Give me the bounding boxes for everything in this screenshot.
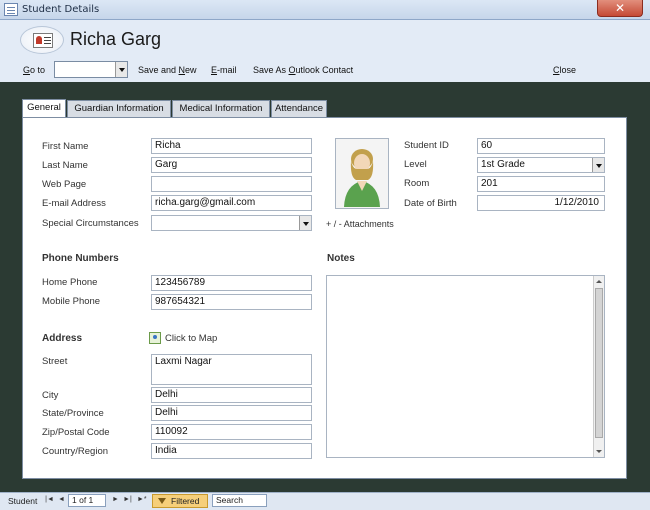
- home-phone-label: Home Phone: [42, 277, 98, 288]
- student-name-title: Richa Garg: [70, 29, 162, 49]
- record-label: Student: [8, 496, 38, 506]
- title-bar: Student Details ✕: [0, 0, 650, 20]
- last-record-icon[interactable]: ►|: [123, 496, 132, 506]
- tab-medical-information[interactable]: Medical Information: [172, 100, 270, 117]
- attachments-link[interactable]: + / - Attachments: [326, 219, 394, 229]
- date-of-birth-field[interactable]: 1/12/2010: [477, 195, 605, 211]
- filtered-toggle[interactable]: Filtered: [152, 494, 208, 508]
- web-page-label: Web Page: [42, 179, 87, 190]
- save-as-outlook-contact-button[interactable]: Save As Outlook Contact: [253, 65, 353, 75]
- notes-textarea[interactable]: [326, 275, 605, 458]
- country-label: Country/Region: [42, 446, 109, 457]
- street-label: Street: [42, 356, 68, 367]
- room-field[interactable]: 201: [477, 176, 605, 192]
- home-phone-field[interactable]: 123456789: [151, 275, 312, 291]
- window-title: Student Details: [22, 4, 100, 15]
- notes-scrollbar[interactable]: [593, 276, 604, 457]
- new-record-icon[interactable]: ►*: [137, 496, 147, 506]
- zip-field[interactable]: 110092: [151, 424, 312, 440]
- student-id-field[interactable]: 60: [477, 138, 605, 154]
- level-label: Level: [404, 159, 427, 170]
- scroll-up-icon[interactable]: [596, 280, 602, 283]
- level-dropdown[interactable]: 1st Grade: [477, 157, 605, 173]
- special-circumstances-label: Special Circumstances: [42, 218, 139, 229]
- date-of-birth-label: Date of Birth: [404, 198, 457, 209]
- tab-general[interactable]: General: [22, 99, 66, 117]
- first-name-field[interactable]: Richa: [151, 138, 312, 154]
- address-heading: Address: [42, 333, 83, 344]
- current-record-field[interactable]: 1 of 1: [68, 494, 106, 507]
- tab-guardian-information[interactable]: Guardian Information: [67, 100, 171, 117]
- student-photo[interactable]: [335, 138, 389, 209]
- person-photo-icon: [336, 139, 388, 208]
- zip-label: Zip/Postal Code: [42, 427, 110, 438]
- room-label: Room: [404, 178, 430, 189]
- scroll-down-icon[interactable]: [596, 450, 602, 453]
- mobile-phone-label: Mobile Phone: [42, 296, 101, 307]
- country-field[interactable]: India: [151, 443, 312, 459]
- phone-numbers-heading: Phone Numbers: [42, 253, 119, 264]
- mobile-phone-field[interactable]: 987654321: [151, 294, 312, 310]
- tab-attendance[interactable]: Attendance: [271, 100, 327, 117]
- close-form-button[interactable]: Close: [553, 65, 576, 75]
- first-record-icon[interactable]: |◄: [45, 496, 54, 506]
- chevron-down-icon[interactable]: [299, 216, 311, 230]
- map-icon[interactable]: [149, 332, 161, 344]
- email-field[interactable]: richa.garg@gmail.com: [151, 195, 312, 211]
- city-label: City: [42, 390, 59, 401]
- form-header: Richa Garg Go to Save and New E-mail Sav…: [0, 20, 650, 82]
- window-close-button[interactable]: ✕: [597, 0, 643, 17]
- record-navigation-bar: Student |◄ ◄ 1 of 1 ► ►| ►* Filtered Sea…: [0, 492, 650, 510]
- goto-label: Go to: [23, 65, 46, 75]
- email-button[interactable]: E-mail: [211, 65, 237, 75]
- click-to-map-link[interactable]: Click to Map: [165, 333, 217, 344]
- state-field[interactable]: Delhi: [151, 405, 312, 421]
- first-name-label: First Name: [42, 141, 89, 152]
- chevron-down-icon[interactable]: [115, 62, 127, 77]
- student-card-icon: [20, 26, 64, 54]
- chevron-down-icon[interactable]: [592, 158, 604, 172]
- save-and-new-button[interactable]: Save and New: [138, 65, 197, 75]
- scrollbar-thumb[interactable]: [595, 288, 603, 438]
- state-label: State/Province: [42, 408, 104, 419]
- web-page-field[interactable]: [151, 176, 312, 192]
- special-circumstances-dropdown[interactable]: [151, 215, 312, 231]
- email-label: E-mail Address: [42, 198, 106, 209]
- city-field[interactable]: Delhi: [151, 387, 312, 403]
- last-name-field[interactable]: Garg: [151, 157, 312, 173]
- street-field[interactable]: Laxmi Nagar: [151, 354, 312, 385]
- previous-record-icon[interactable]: ◄: [57, 496, 66, 506]
- next-record-icon[interactable]: ►: [111, 496, 120, 506]
- search-input[interactable]: Search: [212, 494, 267, 507]
- notes-heading: Notes: [327, 253, 355, 264]
- last-name-label: Last Name: [42, 160, 88, 171]
- student-id-label: Student ID: [404, 140, 449, 151]
- goto-dropdown[interactable]: [54, 61, 128, 78]
- form-icon: [4, 3, 18, 16]
